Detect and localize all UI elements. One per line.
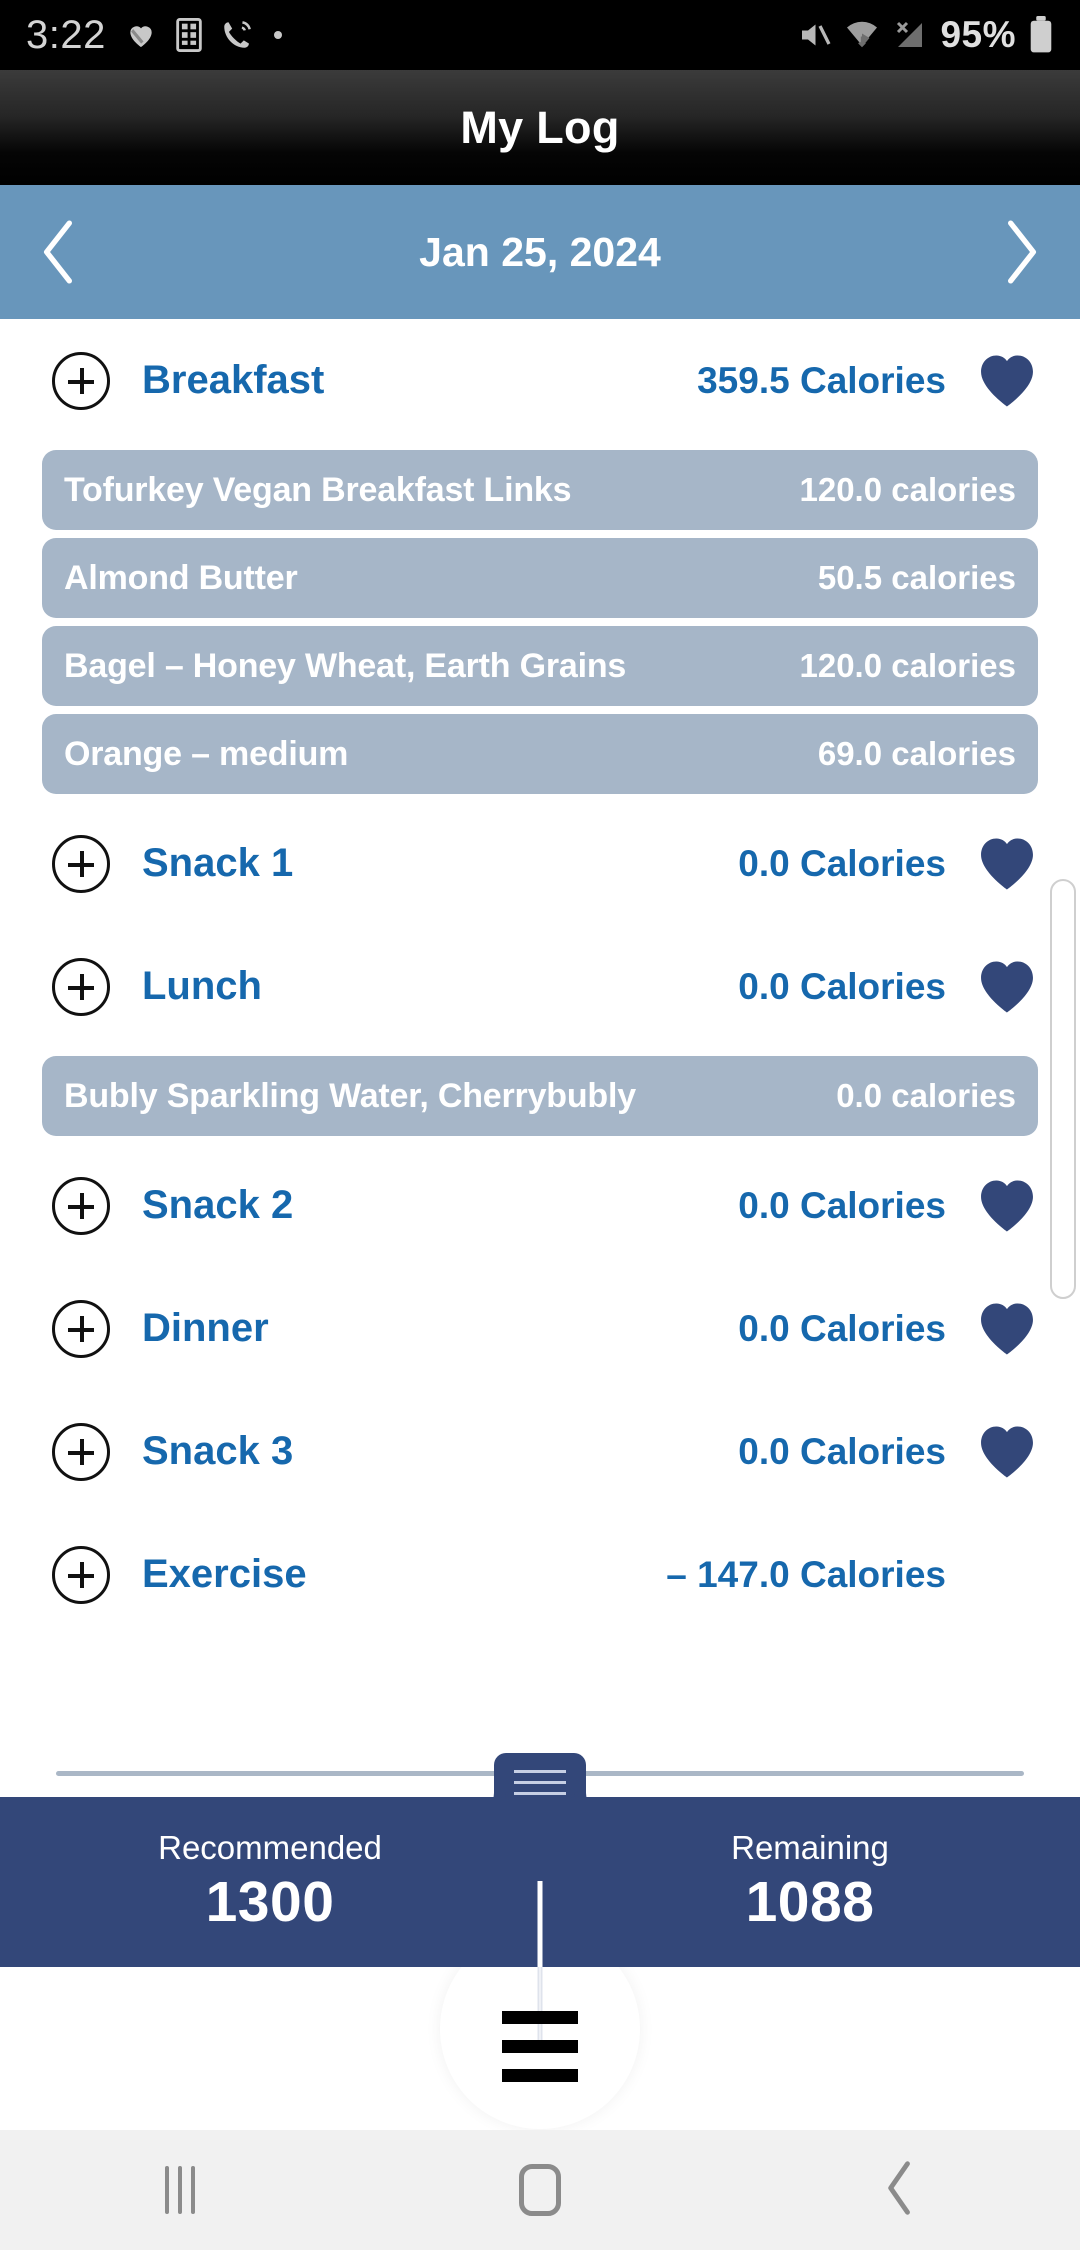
summary-vertical-divider <box>537 1881 543 1967</box>
meal-row-lunch[interactable]: Lunch 0.0 Calories <box>0 925 1080 1048</box>
hamburger-bar-2 <box>502 2040 578 2053</box>
android-nav-bar <box>0 2130 1080 2250</box>
page-title: My Log <box>460 101 620 153</box>
handle-bar-1 <box>514 1769 566 1773</box>
meal-row-snack-3[interactable]: Snack 3 0.0 Calories <box>0 1390 1080 1513</box>
heart-icon <box>124 19 158 51</box>
favorite-heart-icon[interactable] <box>976 1178 1038 1234</box>
app-title-bar: My Log <box>0 70 1080 185</box>
wifi-icon <box>844 17 880 53</box>
favorite-heart-icon[interactable] <box>976 1424 1038 1480</box>
meal-name-label: Snack 2 <box>142 1183 294 1227</box>
signal-off-icon <box>892 17 928 53</box>
food-calories-label: 69.0 calories <box>817 735 1016 772</box>
meal-row-snack-2[interactable]: Snack 2 0.0 Calories <box>0 1144 1080 1267</box>
meal-calories-label: 359.5 Calories <box>697 359 946 401</box>
previous-day-button[interactable] <box>38 219 80 285</box>
handle-bar-3 <box>514 1791 566 1795</box>
recommended-block: Recommended 1300 <box>0 1797 540 1967</box>
meal-row-exercise[interactable]: Exercise – 147.0 Calories <box>0 1513 1080 1636</box>
app-grid-icon <box>176 18 202 52</box>
hamburger-bar-3 <box>502 2069 578 2082</box>
handle-bar-2 <box>514 1780 566 1784</box>
recents-bar-3 <box>191 2166 195 2214</box>
add-food-plus-icon[interactable] <box>52 834 110 893</box>
next-day-button[interactable] <box>1000 219 1042 285</box>
meal-name-label: Exercise <box>142 1552 307 1596</box>
meal-name-label: Snack 1 <box>142 841 294 885</box>
meal-calories-label: 0.0 Calories <box>738 1184 946 1226</box>
meal-row-breakfast[interactable]: Breakfast 359.5 Calories <box>0 319 1080 442</box>
meal-calories-label: 0.0 Calories <box>738 1430 946 1472</box>
favorite-heart-icon[interactable] <box>976 959 1038 1015</box>
food-item-row[interactable]: Orange – medium 69.0 calories <box>42 714 1038 794</box>
hamburger-bar-1 <box>502 2011 578 2024</box>
food-item-row[interactable]: Bagel – Honey Wheat, Earth Grains 120.0 … <box>42 626 1038 706</box>
status-time: 3:22 <box>26 12 106 57</box>
meal-row-dinner[interactable]: Dinner 0.0 Calories <box>0 1267 1080 1390</box>
wifi-calling-icon <box>220 18 254 52</box>
add-food-plus-icon[interactable] <box>52 1422 110 1481</box>
status-bar: 3:22 95% <box>0 0 1080 70</box>
current-date-label: Jan 25, 2024 <box>419 228 661 275</box>
back-chevron-icon <box>883 2160 917 2221</box>
date-navigation-bar: Jan 25, 2024 <box>0 185 1080 319</box>
meal-calories-label: 0.0 Calories <box>738 1307 946 1349</box>
food-calories-label: 120.0 calories <box>799 647 1017 684</box>
mute-icon <box>796 17 832 53</box>
remaining-block: Remaining 1088 <box>540 1797 1080 1967</box>
add-food-plus-icon[interactable] <box>52 1176 110 1235</box>
recents-bar-1 <box>165 2166 169 2214</box>
add-exercise-plus-icon[interactable] <box>52 1545 110 1604</box>
hamburger-menu-icon[interactable] <box>502 2011 578 2082</box>
status-bar-right: 95% <box>796 14 1054 56</box>
meal-name-label: Snack 3 <box>142 1429 294 1473</box>
battery-percent: 95% <box>940 14 1016 55</box>
meal-calories-label: 0.0 Calories <box>738 842 946 884</box>
recommended-value: 1300 <box>205 1870 335 1934</box>
add-food-plus-icon[interactable] <box>52 1299 110 1358</box>
meal-name-label: Dinner <box>142 1306 269 1350</box>
food-name-label: Tofurkey Vegan Breakfast Links <box>64 470 572 509</box>
food-calories-label: 120.0 calories <box>799 471 1017 508</box>
food-name-label: Bagel – Honey Wheat, Earth Grains <box>64 646 627 685</box>
food-item-row[interactable]: Tofurkey Vegan Breakfast Links 120.0 cal… <box>42 450 1038 530</box>
calorie-summary-panel: Recommended 1300 Remaining 1088 <box>0 1797 1080 1967</box>
food-calories-label: 50.5 calories <box>817 559 1016 596</box>
panel-drag-handle-zone <box>0 1753 1080 1811</box>
nav-home-button[interactable] <box>360 2164 720 2216</box>
food-name-label: Orange – medium <box>64 734 349 773</box>
meal-calories-label: 0.0 Calories <box>738 965 946 1007</box>
recents-icon <box>165 2166 195 2214</box>
battery-icon <box>1028 16 1054 54</box>
nav-back-button[interactable] <box>720 2160 1080 2221</box>
list-scrollbar[interactable] <box>1050 879 1076 1299</box>
add-food-plus-icon[interactable] <box>52 351 110 410</box>
remaining-label: Remaining <box>731 1829 889 1866</box>
dot-icon <box>272 29 284 41</box>
remaining-value: 1088 <box>745 1870 875 1934</box>
food-name-label: Almond Butter <box>64 558 298 597</box>
food-name-label: Bubly Sparkling Water, Cherrybubly <box>64 1076 636 1115</box>
recommended-label: Recommended <box>158 1829 382 1866</box>
food-calories-label: 0.0 calories <box>836 1077 1016 1114</box>
status-bar-left: 3:22 <box>26 13 796 58</box>
favorite-heart-icon[interactable] <box>976 353 1038 409</box>
meal-calories-label: – 147.0 Calories <box>666 1553 946 1595</box>
food-item-row[interactable]: Almond Butter 50.5 calories <box>42 538 1038 618</box>
meal-name-label: Breakfast <box>142 358 325 402</box>
meal-row-snack-1[interactable]: Snack 1 0.0 Calories <box>0 802 1080 925</box>
favorite-heart-icon[interactable] <box>976 836 1038 892</box>
bottom-menu-area <box>0 1967 1080 2130</box>
food-item-row[interactable]: Bubly Sparkling Water, Cherrybubly 0.0 c… <box>42 1056 1038 1136</box>
nav-recents-button[interactable] <box>0 2166 360 2214</box>
recents-bar-2 <box>178 2166 182 2214</box>
meal-name-label: Lunch <box>142 964 262 1008</box>
home-icon <box>519 2164 561 2216</box>
favorite-heart-icon[interactable] <box>976 1301 1038 1357</box>
add-food-plus-icon[interactable] <box>52 957 110 1016</box>
meal-log-list[interactable]: Breakfast 359.5 Calories Tofurkey Vegan … <box>0 319 1080 1757</box>
